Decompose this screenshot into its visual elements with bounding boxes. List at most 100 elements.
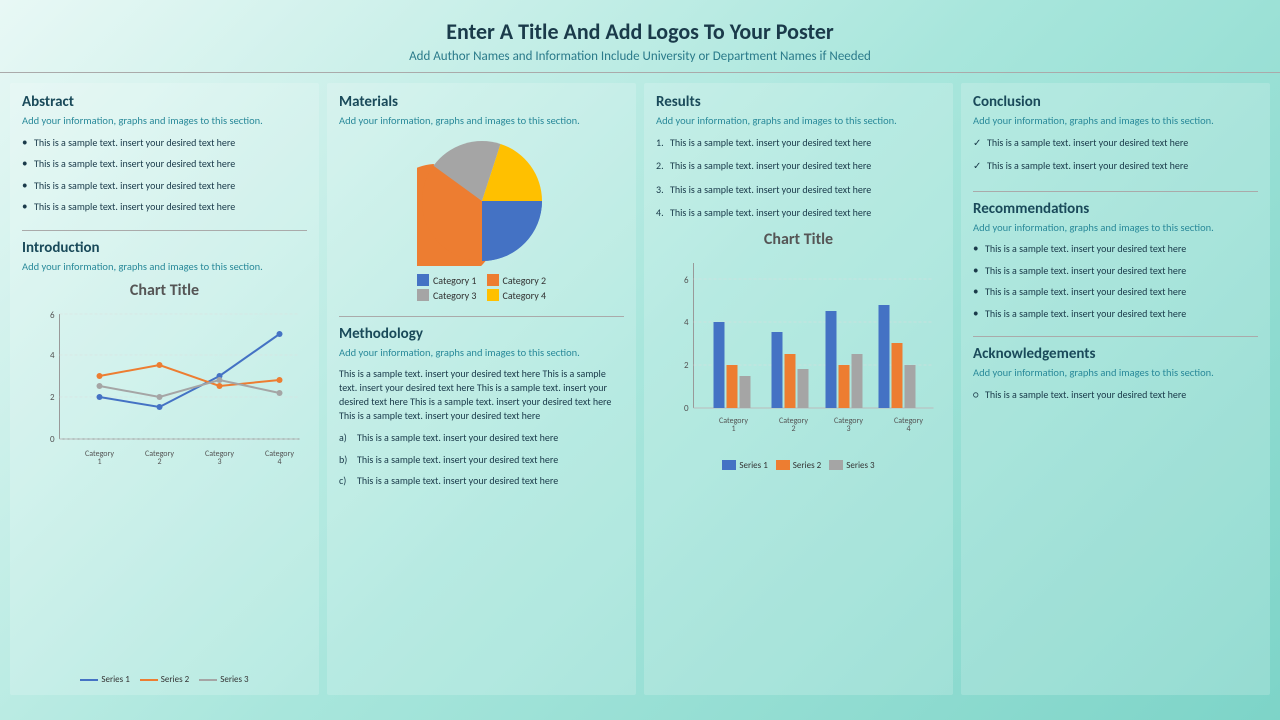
recommendations-item-4: This is a sample text. insert your desir… [973,307,1258,321]
abstract-item-2: This is a sample text. insert your desir… [22,157,307,171]
poster-title: Enter A Title And Add Logos To Your Post… [20,18,1260,45]
abstract-list: This is a sample text. insert your desir… [22,136,307,214]
svg-text:0: 0 [684,403,689,414]
methodology-item-b: b) This is a sample text. insert your de… [339,453,624,467]
divider-2 [339,316,624,317]
page-header: Enter A Title And Add Logos To Your Post… [0,0,1280,73]
pie-chart-svg [417,136,547,266]
pie-legend-cat3-label: Category 3 [433,289,477,302]
pie-legend-cat4: Category 4 [487,289,547,302]
results-item-1: This is a sample text. insert your desir… [656,136,941,150]
bar-legend-s2-color [776,460,790,470]
results-title: Results [656,93,941,111]
bar-chart-legend: Series 1 Series 2 Series 3 [656,460,941,471]
pie-legend-cat1-color [417,274,429,286]
pie-legend-cat1: Category 1 [417,274,477,287]
svg-text:4: 4 [906,424,910,434]
pie-legend-cat3: Category 3 [417,289,477,302]
materials-subtitle: Add your information, graphs and images … [339,114,624,128]
svg-text:2: 2 [50,392,55,403]
conclusion-section: Conclusion Add your information, graphs … [973,93,1258,183]
pie-legend-cat2-label: Category 2 [503,274,547,287]
abstract-item-1: This is a sample text. insert your desir… [22,136,307,150]
legend-series1: Series 1 [80,674,129,685]
materials-section: Materials Add your information, graphs a… [339,93,624,308]
recommendations-title: Recommendations [973,200,1258,218]
pie-chart: Category 1 Category 2 Category 3 Categor… [339,136,624,302]
abstract-item-3: This is a sample text. insert your desir… [22,179,307,193]
introduction-subtitle: Add your information, graphs and images … [22,260,307,274]
main-content: Abstract Add your information, graphs an… [0,73,1280,703]
legend-series3-label: Series 3 [220,674,248,685]
pie-legend: Category 1 Category 2 Category 3 Categor… [417,274,546,302]
pie-legend-cat2: Category 2 [487,274,547,287]
svg-text:6: 6 [50,310,55,321]
svg-text:6: 6 [684,275,689,286]
acknowledgements-subtitle: Add your information, graphs and images … [973,366,1258,380]
conclusion-item-1: This is a sample text. insert your desir… [973,136,1258,150]
svg-text:0: 0 [50,434,55,445]
acknowledgements-list: This is a sample text. insert your desir… [973,388,1258,402]
column-2: Materials Add your information, graphs a… [327,83,636,695]
column-3: Results Add your information, graphs and… [644,83,953,695]
recommendations-subtitle: Add your information, graphs and images … [973,221,1258,235]
bar-legend-s3-label: Series 3 [846,460,874,471]
svg-text:1: 1 [97,457,101,467]
svg-text:2: 2 [157,457,161,467]
abstract-item-4: This is a sample text. insert your desir… [22,200,307,214]
methodology-section: Methodology Add your information, graphs… [339,325,624,685]
bar-legend-s3: Series 3 [829,460,874,471]
svg-text:4: 4 [684,317,689,328]
svg-text:4: 4 [277,457,281,467]
bar-legend-s3-color [829,460,843,470]
divider-1 [22,230,307,231]
divider-3 [973,191,1258,192]
abstract-subtitle: Add your information, graphs and images … [22,114,307,128]
acknowledgements-title: Acknowledgements [973,345,1258,363]
conclusion-list: This is a sample text. insert your desir… [973,136,1258,173]
bar-legend-s2-label: Series 2 [793,460,821,471]
acknowledgements-section: Acknowledgements Add your information, g… [973,345,1258,409]
line-chart-svg: 0 2 4 6 Category 1 Category 2 Category 3… [22,304,307,474]
recommendations-item-2: This is a sample text. insert your desir… [973,264,1258,278]
results-item-3: This is a sample text. insert your desir… [656,183,941,197]
methodology-title: Methodology [339,325,624,343]
methodology-subtitle: Add your information, graphs and images … [339,346,624,360]
acknowledgements-item-1: This is a sample text. insert your desir… [973,388,1258,402]
line-chart: 0 2 4 6 Category 1 Category 2 Category 3… [22,304,307,672]
results-list: This is a sample text. insert your desir… [656,136,941,230]
svg-text:4: 4 [50,350,55,361]
legend-series2-color [140,679,158,681]
results-item-2: This is a sample text. insert your desir… [656,159,941,173]
conclusion-subtitle: Add your information, graphs and images … [973,114,1258,128]
recommendations-item-1: This is a sample text. insert your desir… [973,242,1258,256]
svg-text:1: 1 [731,424,735,434]
pie-legend-cat4-label: Category 4 [503,289,547,302]
pie-legend-cat4-color [487,289,499,301]
legend-series2: Series 2 [140,674,189,685]
poster-subtitle: Add Author Names and Information Include… [20,49,1260,64]
abstract-section: Abstract Add your information, graphs an… [22,93,307,222]
svg-text:3: 3 [846,424,850,434]
legend-series2-label: Series 2 [161,674,189,685]
pie-legend-cat2-color [487,274,499,286]
column-1: Abstract Add your information, graphs an… [10,83,319,695]
bar-chart: 0 2 4 6 [656,253,941,458]
introduction-section: Introduction Add your information, graph… [22,239,307,685]
results-item-4: This is a sample text. insert your desir… [656,206,941,220]
bar-legend-s1-label: Series 1 [739,460,767,471]
bar-legend-s1: Series 1 [722,460,767,471]
conclusion-item-2: This is a sample text. insert your desir… [973,159,1258,173]
svg-text:2: 2 [684,360,689,371]
conclusion-title: Conclusion [973,93,1258,111]
methodology-item-a: a) This is a sample text. insert your de… [339,431,624,445]
recommendations-section: Recommendations Add your information, gr… [973,200,1258,329]
pie-legend-cat1-label: Category 1 [433,274,477,287]
methodology-list: a) This is a sample text. insert your de… [339,431,624,488]
materials-title: Materials [339,93,624,111]
divider-4 [973,336,1258,337]
svg-text:3: 3 [217,457,221,467]
legend-series3: Series 3 [199,674,248,685]
results-subtitle: Add your information, graphs and images … [656,114,941,128]
introduction-title: Introduction [22,239,307,257]
